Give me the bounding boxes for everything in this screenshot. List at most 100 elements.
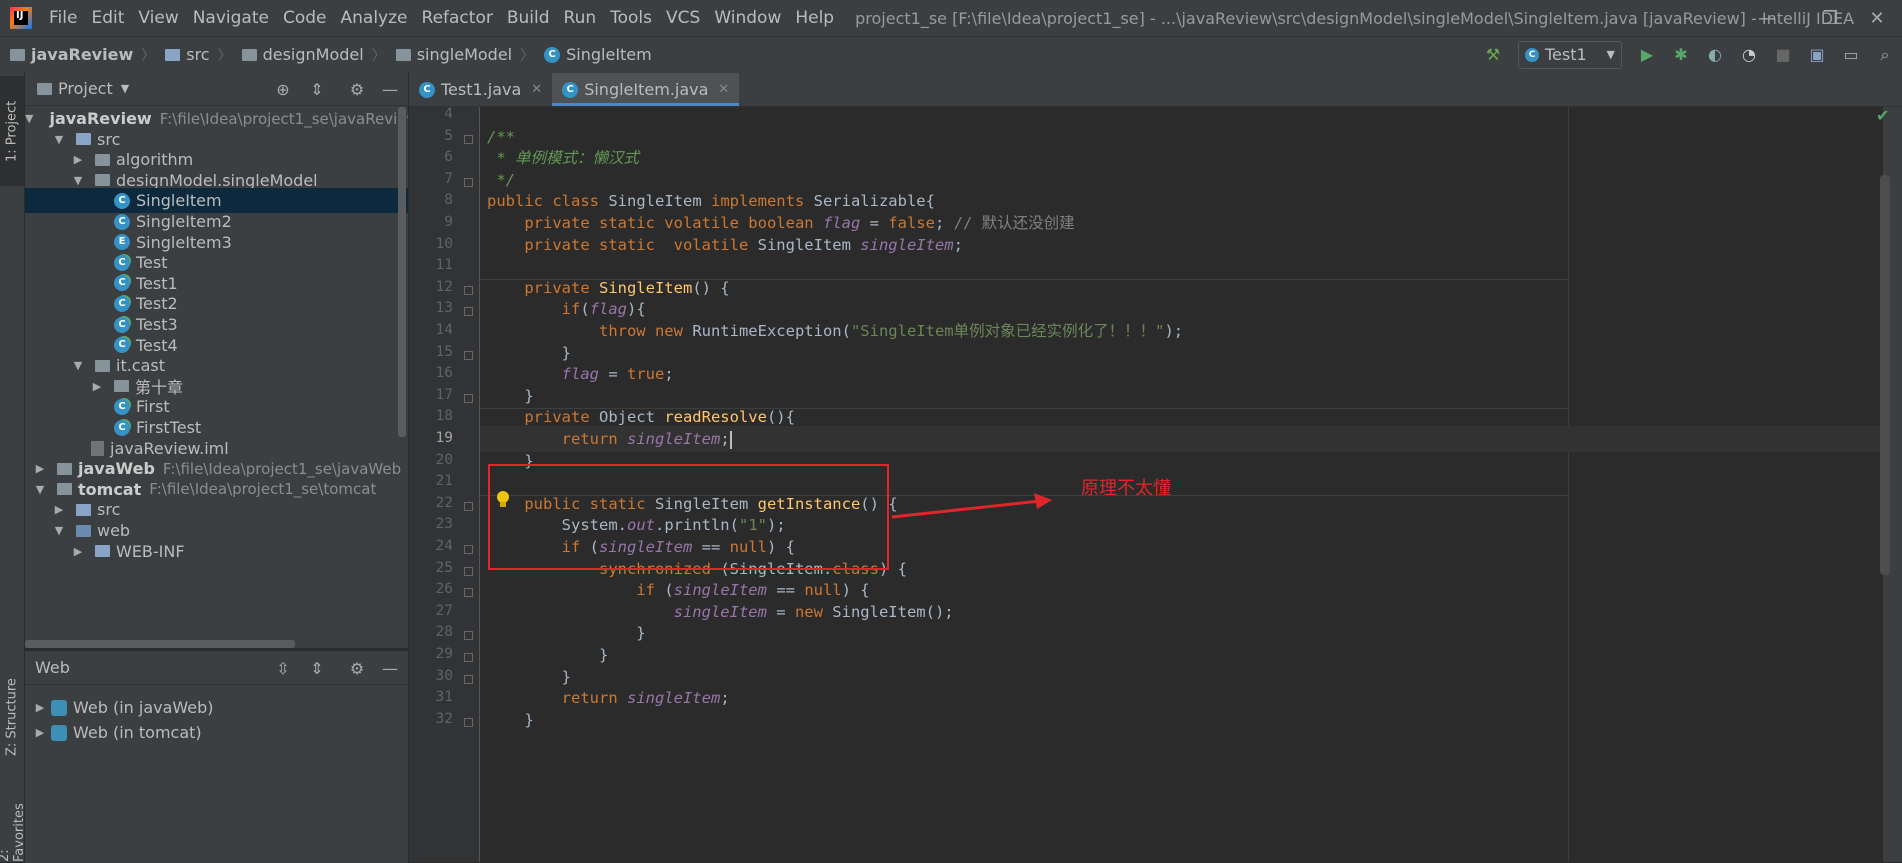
fold-marker-icon[interactable] <box>464 307 473 317</box>
fold-marker-icon[interactable] <box>464 350 473 360</box>
left-tool-strip: 1: Project Z: Structure 2: Favorites <box>0 72 27 862</box>
menu-edit[interactable]: Edit <box>84 8 131 28</box>
menu-code[interactable]: Code <box>276 8 334 28</box>
editor-gutter[interactable]: 4 5 6 7 8 9 10 11 12 13 14 15 16 17 18 19 20 21 22 23 24 25 26… <box>409 106 480 862</box>
fold-marker-icon[interactable] <box>464 134 473 144</box>
right-margin-guide <box>1568 107 1569 862</box>
fold-marker-icon[interactable] <box>464 285 473 295</box>
stop-icon[interactable]: ■ <box>1771 43 1795 67</box>
run-configuration-select[interactable]: C Test1 ▼ <box>1518 40 1622 69</box>
chevron-right-icon[interactable]: ▶ <box>90 380 104 393</box>
fold-marker-icon[interactable] <box>464 177 473 187</box>
class-icon: C <box>562 81 579 98</box>
line-number: 26 <box>435 581 453 598</box>
menu-analyze[interactable]: Analyze <box>334 8 415 28</box>
web-item[interactable]: ▶ Web (in tomcat) <box>25 720 408 745</box>
menu-navigate[interactable]: Navigate <box>186 8 276 28</box>
tab-singleitem-java[interactable]: C SingleItem.java ✕ <box>552 73 740 106</box>
chevron-right-icon[interactable]: ▶ <box>33 726 47 739</box>
project-panel-title[interactable]: Project <box>58 79 113 98</box>
editor-vertical-scrollbar[interactable] <box>1880 175 1890 575</box>
close-window-icon[interactable]: ✕ <box>1852 0 1902 36</box>
profile-icon[interactable]: ◔ <box>1737 43 1761 67</box>
debug-icon[interactable]: ✱ <box>1669 43 1693 67</box>
locate-target-icon[interactable]: ⊕ <box>273 79 293 99</box>
fold-marker-icon[interactable] <box>464 631 473 641</box>
fold-marker-icon[interactable] <box>464 393 473 403</box>
breadcrumb-class[interactable]: C SingleItem <box>534 45 652 64</box>
hide-panel-icon[interactable]: — <box>380 79 400 99</box>
fold-marker-icon[interactable] <box>464 717 473 727</box>
web-tool-window: Web ⇳ ⇕ ⚙ — ▶ Web (in javaWeb) ▶ Web (in… <box>25 650 409 863</box>
menu-file[interactable]: File <box>42 8 84 28</box>
menu-vcs[interactable]: VCS <box>659 8 707 28</box>
menu-view[interactable]: View <box>131 8 185 28</box>
tab-test1-java[interactable]: C Test1.java ✕ <box>409 73 552 106</box>
tab-project-tool[interactable]: 1: Project <box>0 76 24 186</box>
chevron-down-icon[interactable]: ▼ <box>121 82 129 95</box>
chevron-right-icon[interactable]: ▶ <box>33 701 47 714</box>
chevron-right-icon[interactable]: ▶ <box>33 462 47 475</box>
fold-marker-icon[interactable] <box>464 653 473 662</box>
chevron-down-icon[interactable]: ▼ <box>52 133 66 146</box>
tab-favorites-tool[interactable]: 2: Favorites <box>0 792 27 862</box>
chevron-down-icon[interactable]: ▼ <box>71 174 85 187</box>
close-tab-icon[interactable]: ✕ <box>531 82 542 97</box>
chevron-down-icon[interactable]: ▼ <box>25 112 33 125</box>
minimize-icon[interactable]: — <box>1742 0 1792 36</box>
chevron-down-icon[interactable]: ▼ <box>33 483 47 496</box>
fold-marker-icon[interactable] <box>464 501 473 511</box>
line-number: 29 <box>435 646 453 662</box>
menu-build[interactable]: Build <box>500 8 557 28</box>
breadcrumb-src[interactable]: src 〉 <box>155 45 232 65</box>
tree-horizontal-scrollbar[interactable] <box>25 640 295 648</box>
chevron-right-icon[interactable]: ▶ <box>71 545 85 558</box>
code-line[interactable]: throw new RuntimeException("SingleItem单例… <box>487 318 1183 344</box>
web-folder-icon <box>76 524 91 537</box>
lightbulb-intention-icon[interactable] <box>496 491 510 509</box>
tree-vertical-scrollbar[interactable] <box>398 107 406 437</box>
code-line[interactable]: private static volatile SingleItem singl… <box>487 232 963 258</box>
fold-marker-icon[interactable] <box>464 545 473 554</box>
fold-marker-icon[interactable] <box>464 566 473 576</box>
web-panel-header: Web ⇳ ⇕ ⚙ — <box>25 651 408 685</box>
class-icon: C <box>419 81 435 98</box>
web-item[interactable]: ▶ Web (in javaWeb) <box>25 695 408 720</box>
menu-window[interactable]: Window <box>707 8 788 28</box>
code-line[interactable]: } <box>487 707 533 733</box>
chevron-right-icon[interactable]: ▶ <box>52 503 66 516</box>
hide-panel-icon[interactable]: — <box>380 658 400 678</box>
gear-icon[interactable]: ⚙ <box>347 658 367 678</box>
collapse-all-icon[interactable]: ⇕ <box>307 79 327 99</box>
line-number: 22 <box>435 494 453 511</box>
terminal-icon[interactable]: ▭ <box>1839 43 1863 67</box>
build-hammer-icon[interactable]: ⚒ <box>1481 43 1505 67</box>
restore-icon[interactable]: ❐ <box>1805 0 1855 36</box>
breadcrumb-singlemodel[interactable]: singleModel 〉 <box>386 45 534 65</box>
chevron-down-icon[interactable]: ▼ <box>52 524 66 537</box>
menu-refactor[interactable]: Refactor <box>415 8 500 28</box>
package-icon <box>95 359 110 372</box>
breadcrumb-designmodel[interactable]: designModel 〉 <box>232 45 386 65</box>
menu-help[interactable]: Help <box>788 8 841 28</box>
menu-tools[interactable]: Tools <box>603 8 659 28</box>
chevron-down-icon: ▼ <box>1606 48 1615 61</box>
close-tab-icon[interactable]: ✕ <box>718 82 729 97</box>
breadcrumb-project[interactable]: javaReview 〉 <box>0 45 155 65</box>
menu-run[interactable]: Run <box>557 8 604 28</box>
tree-item[interactable]: ▶ WEB-INF <box>25 539 408 564</box>
chevron-down-icon[interactable]: ▼ <box>71 359 85 372</box>
fold-marker-icon[interactable] <box>464 674 473 684</box>
chevron-right-icon[interactable]: ▶ <box>71 153 85 166</box>
line-number: 23 <box>435 516 453 533</box>
search-everywhere-icon[interactable]: ⌕ <box>1873 43 1897 67</box>
fold-marker-icon[interactable] <box>464 588 473 598</box>
project-structure-icon[interactable]: ▣ <box>1805 43 1829 67</box>
tab-structure-tool[interactable]: Z: Structure <box>0 662 24 772</box>
gear-icon[interactable]: ⚙ <box>347 79 367 99</box>
coverage-icon[interactable]: ◐ <box>1703 43 1727 67</box>
run-icon[interactable]: ▶ <box>1635 43 1659 67</box>
expand-all-icon[interactable]: ⇳ <box>273 658 293 678</box>
class-icon: C <box>114 213 130 230</box>
collapse-all-icon[interactable]: ⇕ <box>307 658 327 678</box>
